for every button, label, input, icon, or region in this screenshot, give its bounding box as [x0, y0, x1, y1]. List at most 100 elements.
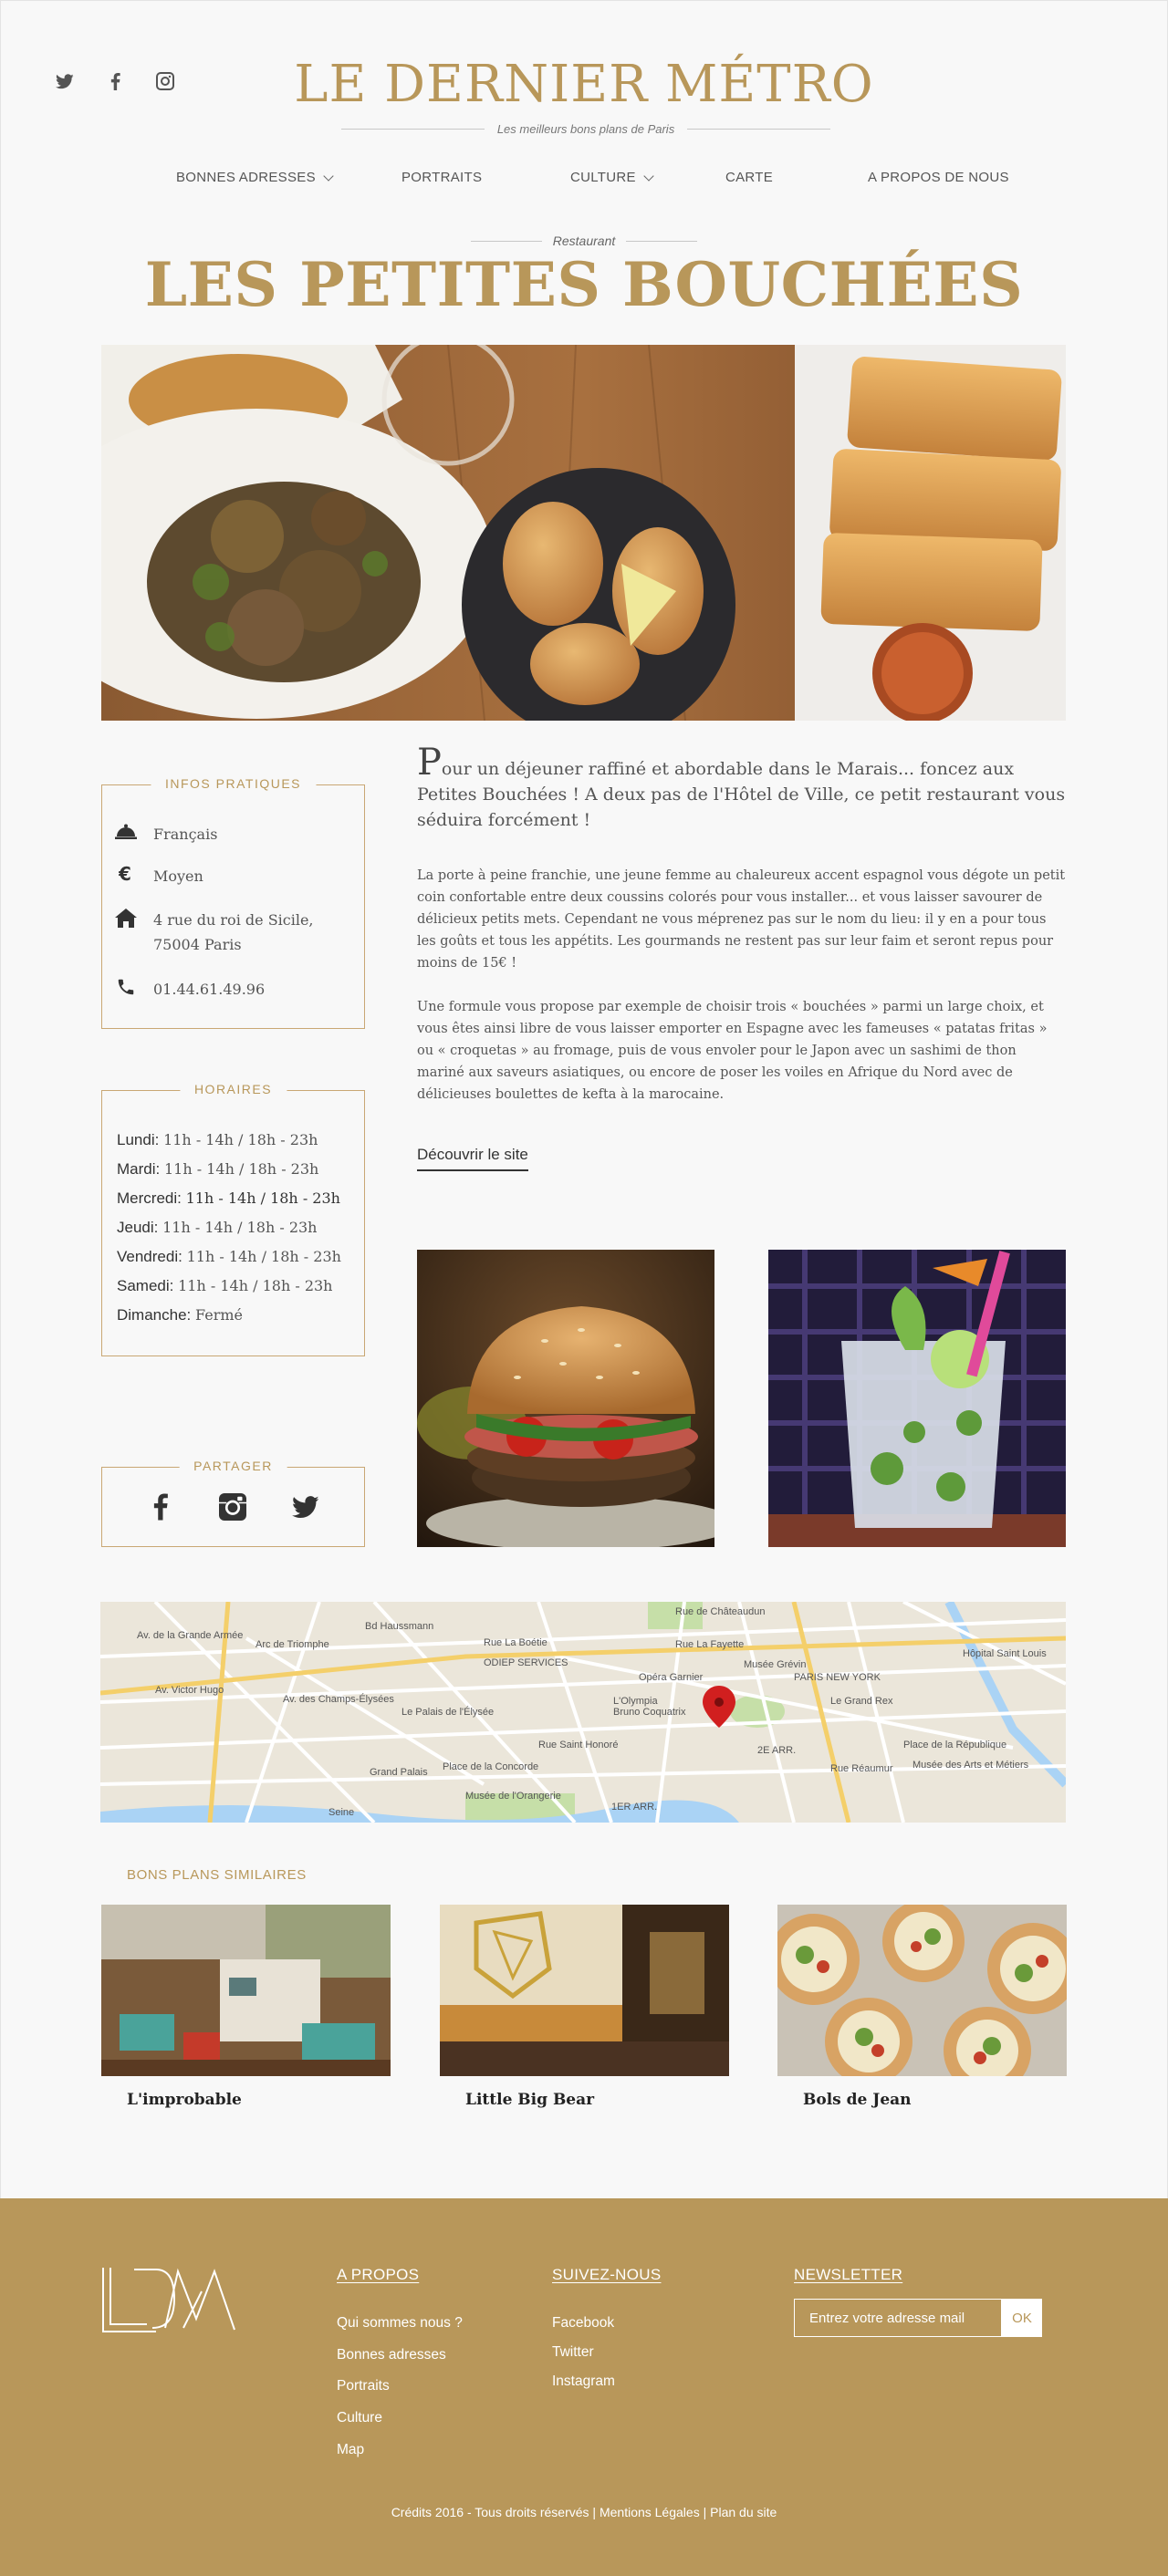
day-label: Mardi: [117, 1160, 161, 1178]
map-label: Av. de la Grande Armée [137, 1630, 243, 1641]
footer-newsletter-title: NEWSLETTER [794, 2266, 903, 2283]
footer-link-culture[interactable]: Culture [337, 2410, 382, 2426]
credits-text: Crédits 2016 - Tous droits réservés [391, 2505, 589, 2519]
map-label: Seine [328, 1807, 354, 1818]
similar-card-bols-de-jean[interactable]: Bols de Jean [777, 1905, 1067, 2109]
map-label: Musée de l'Orangerie [465, 1791, 561, 1802]
hours-value: 11h - 14h / 18h - 23h [162, 1219, 318, 1236]
hours-value: Fermé [195, 1306, 243, 1324]
box-title: HORAIRES [179, 1082, 287, 1096]
cloche-icon [115, 822, 137, 842]
nav-item-carte[interactable]: CARTE [725, 170, 773, 185]
box-title: PARTAGER [179, 1459, 287, 1473]
site-title[interactable]: LE DERNIER MÉTRO [0, 53, 1168, 117]
nav-label: CARTE [725, 170, 774, 185]
hours-row: Jeudi: 11h - 14h / 18h - 23h [117, 1213, 341, 1242]
separator: | [589, 2505, 600, 2519]
day-label: Samedi: [117, 1277, 174, 1294]
map-label: Le Grand Rex [830, 1696, 893, 1707]
similar-card-name: Little Big Bear [465, 2091, 595, 2109]
nav-item-bonnes-adresses[interactable]: BONNES ADRESSES [176, 170, 334, 185]
map-label: Musée Grévin [744, 1659, 806, 1670]
footer-link-twitter[interactable]: Twitter [552, 2344, 594, 2361]
map-label: Grand Palais [370, 1767, 428, 1778]
map-label: Arc de Triomphe [256, 1639, 329, 1650]
address-value: 4 rue du roi de Sicile, 75004 Paris [153, 908, 314, 957]
euro-icon: € [115, 864, 137, 884]
map-label: ODIEP SERVICES [484, 1657, 568, 1668]
divider [341, 129, 485, 130]
facebook-icon[interactable] [147, 1493, 174, 1521]
hours-row: Mardi: 11h - 14h / 18h - 23h [117, 1155, 341, 1184]
footer-link-bonnes-adresses[interactable]: Bonnes adresses [337, 2347, 446, 2363]
newsletter-submit-button[interactable]: OK [1002, 2299, 1042, 2337]
similar-card-little-big-bear[interactable]: Little Big Bear [440, 1905, 729, 2109]
day-label: Jeudi: [117, 1219, 159, 1236]
legal-link[interactable]: Mentions Légales [600, 2505, 700, 2519]
ldm-logo[interactable] [101, 2264, 236, 2338]
map-label: Bruno Coquatrix [613, 1707, 686, 1718]
footer-link-portraits[interactable]: Portraits [337, 2378, 390, 2394]
similar-card-limprobable[interactable]: L'improbable [101, 1905, 391, 2109]
footer-link-facebook[interactable]: Facebook [552, 2315, 614, 2332]
article-paragraph-1: La porte à peine franchie, une jeune fem… [417, 868, 1066, 971]
share-box: PARTAGER [101, 1459, 365, 1547]
nav-item-culture[interactable]: CULTURE [570, 170, 654, 185]
instagram-icon[interactable] [219, 1493, 247, 1521]
footer-link-instagram[interactable]: Instagram [552, 2373, 615, 2390]
similar-card-name: Bols de Jean [803, 2091, 912, 2109]
map-label: Hôpital Saint Louis [963, 1648, 1047, 1659]
newsletter-email-input[interactable] [794, 2299, 1002, 2337]
similar-card-name: L'improbable [127, 2091, 242, 2109]
hours-row: Dimanche: Fermé [117, 1301, 341, 1330]
map-label: Av. des Champs-Élysées [283, 1693, 394, 1705]
map-label: Rue de Châteaudun [675, 1606, 765, 1617]
footer: A PROPOS Qui sommes nous ? Bonnes adress… [0, 2198, 1168, 2576]
map-label: Opéra Garnier [639, 1672, 704, 1683]
tagline: Les meilleurs bons plans de Paris [496, 122, 675, 136]
location-map[interactable]: Arc de Triomphe Bd Haussmann Rue de Chât… [100, 1602, 1066, 1823]
address-line-2: 75004 Paris [153, 936, 242, 953]
share-icons [102, 1493, 364, 1521]
info-phone: 01.44.61.49.96 [115, 977, 265, 1002]
footer-link-map[interactable]: Map [337, 2442, 364, 2458]
nav-label: A PROPOS DE NOUS [868, 170, 1009, 185]
hours-value: 11h - 14h / 18h - 23h [163, 1160, 319, 1178]
hours-row: Samedi: 11h - 14h / 18h - 23h [117, 1272, 341, 1301]
info-cuisine: Français [115, 822, 217, 847]
footer-apropos-title[interactable]: A PROPOS [337, 2266, 419, 2284]
nav-item-a-propos[interactable]: A PROPOS DE NOUS [868, 170, 1009, 185]
separator: | [699, 2505, 711, 2519]
footer-credits: Crédits 2016 - Tous droits réservés | Me… [0, 2505, 1168, 2519]
day-label: Dimanche: [117, 1306, 192, 1324]
map-label: Rue Réaumur [830, 1763, 893, 1774]
footer-link-qui-sommes-nous[interactable]: Qui sommes nous ? [337, 2315, 463, 2332]
map-label: Av. Victor Hugo [155, 1685, 224, 1696]
article-paragraph-2: Une formule vous propose par exemple de … [417, 1000, 1048, 1102]
svg-text:€: € [119, 865, 131, 883]
nav-item-portraits[interactable]: PORTRAITS [402, 170, 482, 185]
divider [471, 240, 542, 242]
article-lead: Pour un déjeuner raffiné et abordable da… [417, 744, 1067, 833]
hours-value: 11h - 14h / 18h - 23h [186, 1248, 341, 1265]
similar-card-image [440, 1905, 729, 2076]
dropcap: P [417, 742, 442, 784]
nav-label: CULTURE [570, 170, 636, 185]
burger-photo [417, 1250, 714, 1547]
chevron-down-icon [643, 170, 654, 182]
map-label: 2E ARR. [757, 1745, 796, 1756]
nav-label: PORTRAITS [402, 170, 483, 185]
discover-site-link[interactable]: Découvrir le site [417, 1146, 528, 1171]
hours-value: 11h - 14h / 18h - 23h [163, 1131, 318, 1148]
footer-suivez-nous-title[interactable]: SUIVEZ-NOUS [552, 2266, 661, 2284]
similar-card-image [101, 1905, 391, 2076]
tagline-row: Les meilleurs bons plans de Paris [341, 122, 831, 136]
sitemap-link[interactable]: Plan du site [710, 2505, 777, 2519]
map-label: L'Olympia [613, 1696, 658, 1707]
restaurant-title: LES PETITES BOUCHÉES [144, 249, 1024, 320]
hours-list: Lundi: 11h - 14h / 18h - 23h Mardi: 11h … [117, 1126, 341, 1330]
horaires-box: HORAIRES Lundi: 11h - 14h / 18h - 23h Ma… [101, 1082, 365, 1356]
phone-value[interactable]: 01.44.61.49.96 [153, 977, 265, 1002]
twitter-icon[interactable] [292, 1493, 319, 1521]
map-label: Rue Saint Honoré [538, 1740, 618, 1750]
